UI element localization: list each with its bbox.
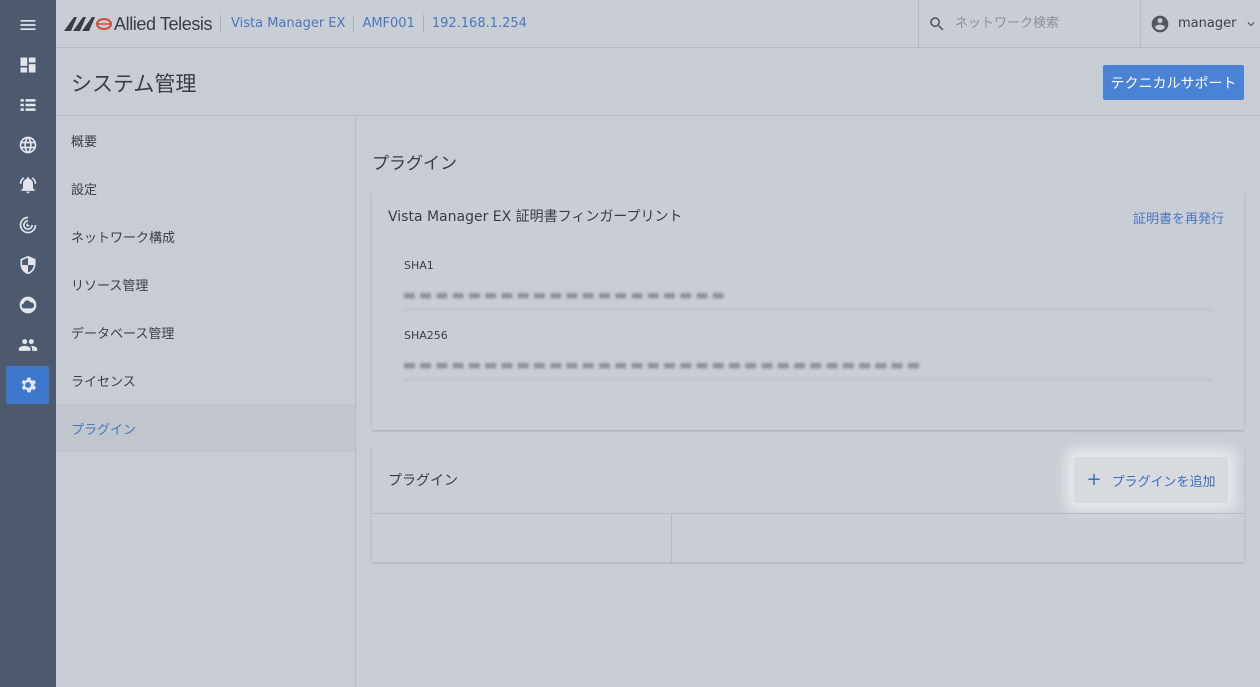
menu-icon[interactable] xyxy=(6,6,49,44)
plus-icon: + xyxy=(1086,469,1102,490)
network-search xyxy=(918,0,1140,47)
add-plugin-label: プラグインを追加 xyxy=(1111,474,1216,490)
plugin-table-divider xyxy=(372,513,1244,514)
breadcrumb: Vista Manager EX AMF001 192.168.1.254 xyxy=(220,15,535,32)
logo-mark-icon xyxy=(64,17,112,31)
sha1-value-redacted: ■■ ■■ ■■ ■■ ■■ ■■ ■■ ■■ ■■ ■■ ■■ ■■ ■■ ■… xyxy=(404,284,1212,310)
nav-item-overview[interactable]: 概要 xyxy=(56,116,355,164)
nav-item-database-management[interactable]: データベース管理 xyxy=(56,308,355,356)
page-title: システム管理 xyxy=(71,72,197,96)
logo-text: Allied Telesis xyxy=(114,13,213,34)
list-icon[interactable] xyxy=(6,86,49,124)
plugin-card-title: プラグイン xyxy=(388,473,458,489)
plugin-card: プラグイン + プラグインを追加 xyxy=(372,446,1244,562)
technical-support-button[interactable]: テクニカルサポート xyxy=(1103,65,1244,100)
breadcrumb-product[interactable]: Vista Manager EX xyxy=(220,15,353,32)
chevron-down-icon xyxy=(1247,21,1255,26)
globe-icon[interactable] xyxy=(6,126,49,164)
breadcrumb-ip-address[interactable]: 192.168.1.254 xyxy=(422,15,535,32)
sha256-label: SHA256 xyxy=(404,329,448,342)
nav-item-license[interactable]: ライセンス xyxy=(56,356,355,404)
alarm-icon[interactable] xyxy=(6,166,49,204)
account-circle-icon xyxy=(1151,15,1169,32)
shield-icon[interactable] xyxy=(6,246,49,284)
icon-rail xyxy=(0,0,56,687)
top-header: Allied Telesis Vista Manager EX AMF001 1… xyxy=(56,0,1260,48)
main-content: プラグイン Vista Manager EX 証明書フィンガープリント 証明書を… xyxy=(356,116,1260,687)
page-title-bar: システム管理 テクニカルサポート xyxy=(56,48,1260,116)
dashboard-icon[interactable] xyxy=(6,46,49,84)
nav-item-resource-management[interactable]: リソース管理 xyxy=(56,260,355,308)
sha256-value-redacted: ■■ ■■ ■■ ■■ ■■ ■■ ■■ ■■ ■■ ■■ ■■ ■■ ■■ ■… xyxy=(404,354,1212,380)
add-plugin-button[interactable]: + プラグインを追加 xyxy=(1074,457,1228,503)
system-admin-nav: 概要 設定 ネットワーク構成 リソース管理 データベース管理 ライセンス プラグ… xyxy=(56,116,356,687)
breadcrumb-network[interactable]: AMF001 xyxy=(353,15,422,32)
username: manager xyxy=(1178,16,1237,31)
allied-telesis-logo[interactable]: Allied Telesis xyxy=(64,13,213,35)
gear-icon[interactable] xyxy=(6,366,49,404)
fingerprint-card-title: Vista Manager EX 証明書フィンガープリント xyxy=(388,209,683,225)
section-title: プラグイン xyxy=(372,154,457,174)
certificate-fingerprint-card: Vista Manager EX 証明書フィンガープリント 証明書を再発行 SH… xyxy=(372,191,1244,430)
sha1-label: SHA1 xyxy=(404,259,434,272)
people-icon[interactable] xyxy=(6,326,49,364)
nav-item-network-config[interactable]: ネットワーク構成 xyxy=(56,212,355,260)
cloud-upload-icon[interactable] xyxy=(6,286,49,324)
search-input[interactable] xyxy=(955,16,1125,31)
nav-item-plugins[interactable]: プラグイン xyxy=(56,404,355,452)
search-icon xyxy=(930,16,944,30)
reissue-certificate-link[interactable]: 証明書を再発行 xyxy=(1133,208,1224,227)
nav-item-settings[interactable]: 設定 xyxy=(56,164,355,212)
user-menu[interactable]: manager xyxy=(1140,0,1260,47)
plugin-table-column-divider xyxy=(671,514,672,562)
radar-icon[interactable] xyxy=(6,206,49,244)
